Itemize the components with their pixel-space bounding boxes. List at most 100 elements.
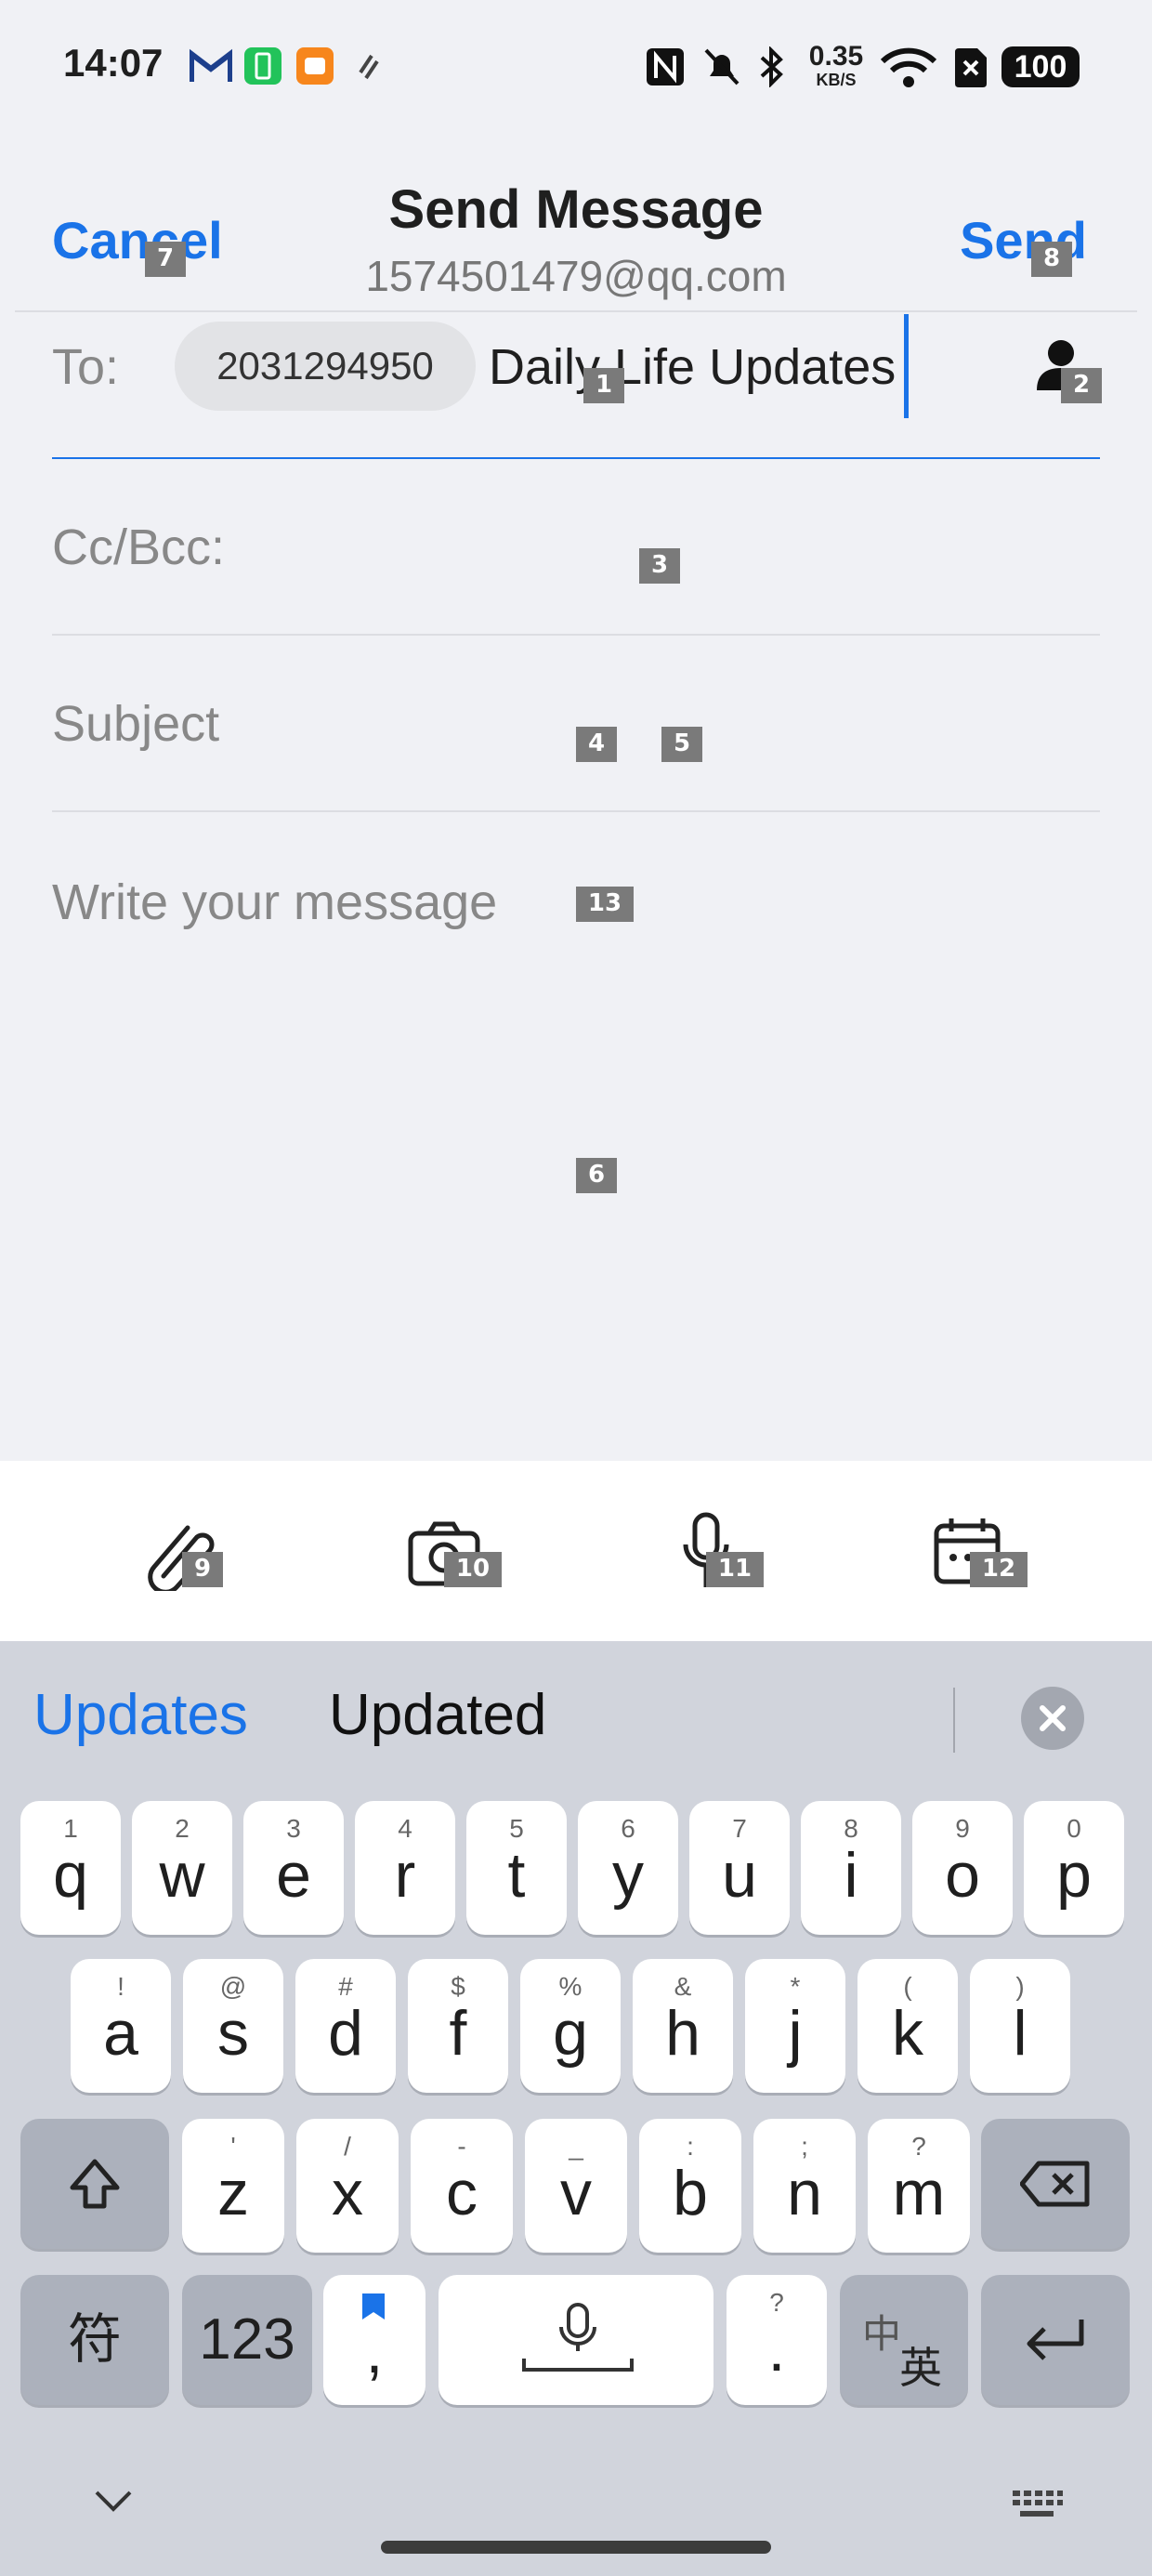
comma-key[interactable]: ,	[323, 2275, 425, 2405]
language-key-top: 中	[862, 2312, 902, 2356]
key-b[interactable]: :b	[639, 2119, 741, 2253]
keyboard-switch-icon[interactable]	[1009, 2487, 1065, 2525]
symbols-key-label: 符	[67, 2309, 122, 2370]
key-u[interactable]: 7u	[689, 1801, 790, 1935]
bluetooth-icon	[758, 46, 786, 88]
key-z[interactable]: ' z	[182, 2119, 284, 2253]
network-speed-unit: KB/S	[816, 71, 857, 89]
key-letter: p	[1056, 1840, 1092, 1911]
marker-2: 2	[1061, 368, 1102, 403]
key-e[interactable]: 3e	[243, 1801, 344, 1935]
to-label: To:	[52, 339, 120, 395]
key-letter: k	[892, 1998, 923, 2069]
period-key[interactable]: ? .	[727, 2275, 827, 2405]
key-letter: v	[560, 2158, 592, 2228]
key-letter: d	[328, 1998, 363, 2069]
period-key-label: .	[767, 2314, 786, 2385]
subject-divider	[52, 810, 1100, 812]
key-d[interactable]: # d	[295, 1959, 396, 2093]
key-k[interactable]: (k	[857, 1959, 958, 2093]
marker-6: 6	[576, 1158, 617, 1193]
mute-icon	[702, 46, 741, 85]
key-letter: z	[217, 2158, 249, 2228]
key-letter: i	[844, 1840, 858, 1911]
marker-3: 3	[639, 548, 680, 584]
header-divider	[15, 310, 1137, 312]
key-g[interactable]: % g	[520, 1959, 621, 2093]
marker-12: 12	[970, 1552, 1028, 1587]
key-letter: h	[665, 1998, 700, 2069]
enter-key[interactable]	[981, 2275, 1130, 2405]
symbols-key[interactable]: 符	[20, 2275, 169, 2405]
key-letter: m	[892, 2158, 946, 2228]
close-suggestions-icon[interactable]	[1020, 1686, 1085, 1755]
battery-indicator: 100	[1001, 46, 1080, 87]
marker-7: 7	[145, 242, 186, 277]
network-speed-value: 0.35	[808, 41, 864, 72]
key-letter: a	[103, 1998, 138, 2069]
voice-input-icon	[522, 2303, 634, 2372]
message-body-input[interactable]: Write your message	[52, 874, 497, 931]
marker-9: 9	[182, 1552, 223, 1587]
suggestion-updated[interactable]: Updated	[329, 1682, 546, 1748]
marker-10: 10	[444, 1552, 502, 1587]
language-key-bottom: 英	[899, 2344, 942, 2392]
recipient-chip[interactable]: 2031294950	[175, 322, 476, 411]
numbers-key-label: 123	[199, 2307, 295, 2372]
numbers-key[interactable]: 123	[182, 2275, 312, 2405]
key-t[interactable]: 5t	[466, 1801, 567, 1935]
key-letter: f	[449, 1998, 467, 2069]
nfc-icon	[645, 46, 687, 85]
to-input[interactable]: Daily Life Updates	[489, 338, 896, 396]
language-switch-key[interactable]: 中 英	[840, 2275, 968, 2405]
home-indicator[interactable]	[381, 2541, 771, 2554]
keyboard	[0, 1641, 1152, 2576]
key-letter: b	[673, 2158, 708, 2228]
key-i[interactable]: 8i	[801, 1801, 901, 1935]
key-w[interactable]: 2w	[132, 1801, 232, 1935]
subject-input[interactable]: Subject	[52, 695, 219, 753]
key-letter: c	[446, 2158, 478, 2228]
key-letter: o	[945, 1840, 980, 1911]
key-c[interactable]: -c	[411, 2119, 513, 2253]
key-letter: u	[722, 1840, 757, 1911]
cc-bcc-field[interactable]: Cc/Bcc:	[52, 519, 225, 576]
key-r[interactable]: 4r	[355, 1801, 455, 1935]
key-j[interactable]: * j	[745, 1959, 845, 2093]
key-y[interactable]: 6y	[578, 1801, 678, 1935]
to-field-underline	[52, 457, 1100, 459]
suggestion-divider	[953, 1688, 955, 1753]
gmail-notification-icon	[189, 46, 233, 85]
key-v[interactable]: _ v	[525, 2119, 627, 2253]
hide-keyboard-icon[interactable]	[93, 2487, 134, 2519]
shift-key[interactable]	[20, 2119, 169, 2249]
marker-13: 13	[576, 887, 634, 922]
key-p[interactable]: 0p	[1024, 1801, 1124, 1935]
key-f[interactable]: $ f	[408, 1959, 508, 2093]
key-q[interactable]: 1q	[20, 1801, 121, 1935]
marker-4: 4	[576, 727, 617, 762]
space-key[interactable]	[439, 2275, 713, 2405]
key-s[interactable]: @ s	[183, 1959, 283, 2093]
key-o[interactable]: 9o	[912, 1801, 1013, 1935]
key-letter: x	[332, 2158, 363, 2228]
text-cursor	[904, 314, 909, 418]
key-n[interactable]: ; n	[753, 2119, 856, 2253]
backspace-key[interactable]	[981, 2119, 1130, 2249]
cc-divider	[52, 634, 1100, 636]
battery-saver-notification-icon	[243, 46, 282, 85]
key-m[interactable]: ? m	[868, 2119, 970, 2253]
wifi-icon	[879, 46, 938, 87]
key-x[interactable]: / x	[296, 2119, 399, 2253]
no-sim-icon	[953, 46, 988, 87]
comma-key-label: ,	[365, 2316, 384, 2386]
key-letter: s	[217, 1998, 249, 2069]
key-letter: r	[394, 1840, 416, 1911]
suggestion-updates[interactable]: Updates	[33, 1682, 248, 1748]
key-letter: e	[276, 1840, 311, 1911]
marker-11: 11	[706, 1552, 764, 1587]
key-a[interactable]: ! a	[71, 1959, 171, 2093]
key-h[interactable]: & h	[633, 1959, 733, 2093]
key-letter: t	[507, 1840, 526, 1911]
key-l[interactable]: ) l	[970, 1959, 1070, 2093]
